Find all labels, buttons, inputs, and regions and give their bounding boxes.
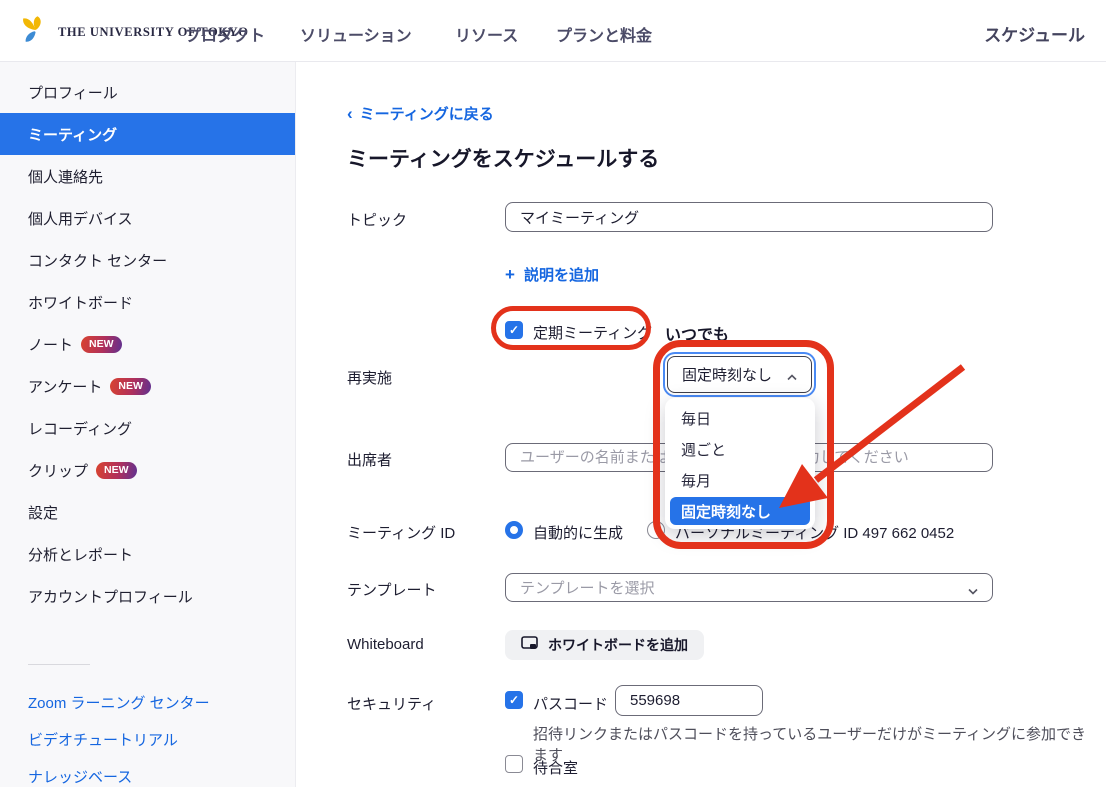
top-navigation-bar: The University of Tokyo プロダクト ソリューション リソ… bbox=[0, 0, 1106, 62]
sidebar-item-personal-devices[interactable]: 個人用デバイス bbox=[0, 197, 295, 239]
sidebar-divider bbox=[28, 664, 90, 665]
recurrence-label: 再実施 bbox=[347, 367, 392, 388]
sidebar-item-whiteboard[interactable]: ホワイトボード bbox=[0, 281, 295, 323]
recurrence-option-no-fixed-time[interactable]: 固定時刻なし bbox=[670, 497, 810, 525]
sidebar-item-notes[interactable]: ノート NEW bbox=[0, 323, 295, 365]
page-title: ミーティングをスケジュールする bbox=[347, 143, 659, 173]
anytime-label: いつでも bbox=[665, 321, 729, 345]
back-chevron-icon: ‹ bbox=[347, 106, 353, 121]
sidebar-item-recordings[interactable]: レコーディング bbox=[0, 407, 295, 449]
passcode-checkbox[interactable]: ✓ bbox=[505, 691, 523, 709]
sidebar-item-profile[interactable]: プロフィール bbox=[0, 71, 295, 113]
topnav-solutions[interactable]: ソリューション bbox=[300, 22, 412, 46]
meeting-id-personal-radio[interactable] bbox=[647, 521, 665, 539]
new-badge: NEW bbox=[110, 378, 151, 395]
recurrence-dropdown-menu: 毎日 週ごと 毎月 固定時刻なし bbox=[665, 398, 815, 529]
sidebar-item-meetings[interactable]: ミーティング bbox=[0, 113, 295, 155]
schedule-link[interactable]: スケジュール bbox=[984, 21, 1085, 46]
recurring-meeting-checkbox[interactable]: ✓ bbox=[505, 321, 523, 339]
recurrence-select[interactable]: 固定時刻なし bbox=[667, 356, 812, 393]
chevron-down-icon bbox=[968, 583, 978, 593]
meeting-id-label: ミーティング ID bbox=[347, 522, 455, 543]
sidebar-item-analytics-reports[interactable]: 分析とレポート bbox=[0, 533, 295, 575]
check-icon: ✓ bbox=[509, 323, 519, 337]
sidebar-link-video-tutorials[interactable]: ビデオチュートリアル bbox=[28, 729, 178, 750]
sidebar-link-learning-center[interactable]: Zoom ラーニング センター bbox=[28, 692, 210, 713]
meeting-id-auto-label: 自動的に生成 bbox=[533, 522, 623, 543]
sidebar-item-surveys[interactable]: アンケート NEW bbox=[0, 365, 295, 407]
sidebar-item-account-profile[interactable]: アカウントプロフィール bbox=[0, 575, 295, 617]
template-select[interactable]: テンプレートを選択 bbox=[505, 573, 993, 602]
waiting-room-label: 待合室 bbox=[533, 757, 578, 778]
passcode-input[interactable] bbox=[615, 685, 763, 716]
sidebar-item-personal-contacts[interactable]: 個人連絡先 bbox=[0, 155, 295, 197]
sidebar: プロフィール ミーティング 個人連絡先 個人用デバイス コンタクト センター ホ… bbox=[0, 62, 296, 787]
sidebar-link-knowledge-base[interactable]: ナレッジベース bbox=[28, 766, 132, 787]
recurrence-option-weekly[interactable]: 週ごと bbox=[665, 434, 815, 465]
back-to-meetings-link[interactable]: ‹ ミーティングに戻る bbox=[347, 103, 494, 124]
new-badge: NEW bbox=[96, 462, 137, 479]
recurrence-option-monthly[interactable]: 毎月 bbox=[665, 465, 815, 496]
new-badge: NEW bbox=[81, 336, 122, 353]
ginkgo-leaf-icon bbox=[20, 15, 50, 50]
template-label: テンプレート bbox=[347, 579, 437, 600]
plus-icon: + bbox=[505, 265, 515, 285]
recurring-meeting-label: 定期ミーティング bbox=[533, 322, 652, 343]
whiteboard-label: Whiteboard bbox=[347, 636, 424, 653]
meeting-id-auto-radio[interactable] bbox=[505, 521, 523, 539]
topnav-plans-pricing[interactable]: プランと料金 bbox=[556, 22, 652, 46]
chevron-up-icon bbox=[787, 370, 797, 380]
recurrence-option-daily[interactable]: 毎日 bbox=[665, 403, 815, 434]
add-whiteboard-button[interactable]: ホワイトボードを追加 bbox=[505, 630, 704, 660]
sidebar-item-clips[interactable]: クリップ NEW bbox=[0, 449, 295, 491]
attendees-label: 出席者 bbox=[347, 449, 392, 470]
sidebar-item-settings[interactable]: 設定 bbox=[0, 491, 295, 533]
topic-label: トピック bbox=[347, 209, 407, 230]
check-icon: ✓ bbox=[509, 693, 519, 707]
topnav-products[interactable]: プロダクト bbox=[185, 22, 265, 46]
whiteboard-icon bbox=[521, 636, 538, 654]
passcode-description: 招待リンクまたはパスコードを持っているユーザーだけがミーティングに参加できます bbox=[533, 723, 1093, 765]
passcode-label: パスコード bbox=[533, 693, 608, 714]
security-label: セキュリティ bbox=[347, 693, 436, 714]
waiting-room-checkbox[interactable] bbox=[505, 755, 523, 773]
add-description-link[interactable]: + 説明を追加 bbox=[505, 264, 599, 285]
topic-input[interactable] bbox=[505, 202, 993, 232]
topnav-resources[interactable]: リソース bbox=[455, 22, 518, 46]
sidebar-item-contact-center[interactable]: コンタクト センター bbox=[0, 239, 295, 281]
